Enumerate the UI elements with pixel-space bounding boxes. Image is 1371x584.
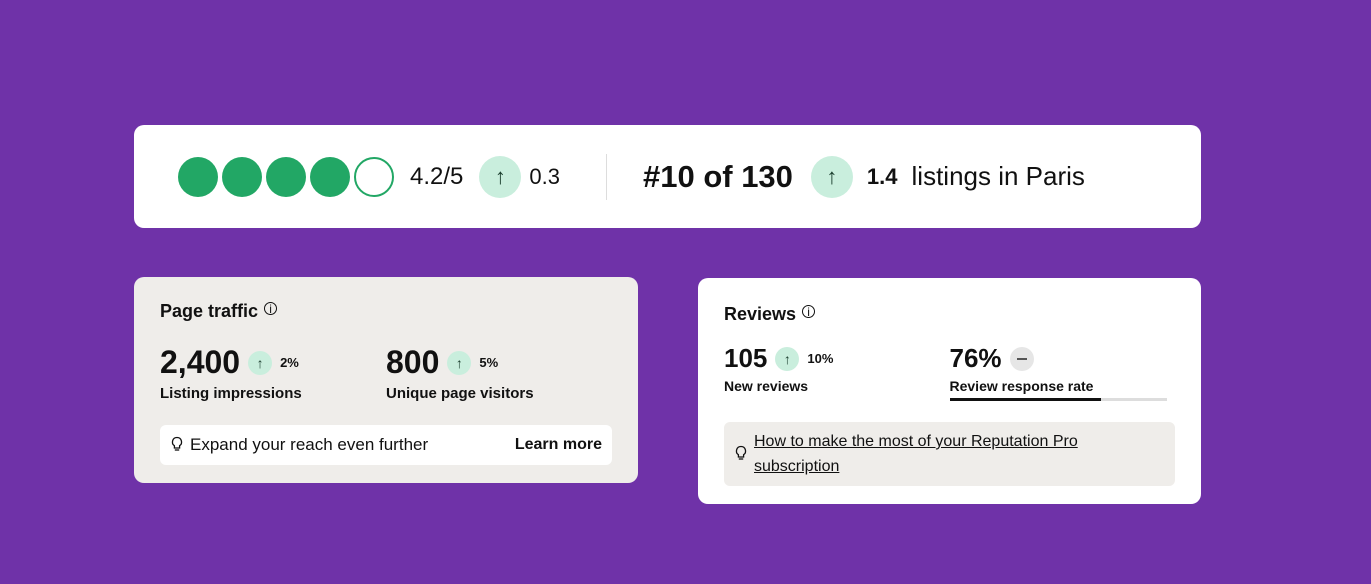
metric-response-rate: 76% Review response rate — [949, 343, 1176, 401]
metric-listing-impressions: 2,400 ↑ 2% Listing impressions — [160, 344, 386, 402]
traffic-tip-banner: Expand your reach even further Learn mor… — [160, 425, 612, 465]
rating-delta: 0.3 — [529, 163, 560, 189]
rating-bubble-filled — [178, 156, 218, 197]
metric-value: 2,400 — [160, 344, 241, 380]
info-icon[interactable]: i — [264, 302, 278, 315]
metric-value: 800 — [386, 344, 440, 380]
learn-more-link[interactable]: Learn more — [515, 436, 602, 454]
lightbulb-icon — [170, 436, 184, 455]
metric-label: Review response rate — [949, 378, 1094, 394]
rating-score: 4.2/5 — [410, 162, 464, 190]
traffic-metrics: 2,400 ↑ 2% Listing impressions 800 ↑ 5% … — [160, 344, 612, 402]
divider — [605, 153, 607, 200]
ranking-delta: 1.4 — [866, 163, 898, 189]
lightbulb-icon — [734, 445, 748, 464]
metric-delta: 5% — [479, 355, 499, 370]
arrow-up-icon: ↑ — [479, 155, 522, 198]
rating-summary-card: 4.2/5 ↑ 0.3 #10 of 130 ↑ 1.4 listings in… — [134, 125, 1201, 228]
minus-icon — [1009, 346, 1034, 371]
metric-label: Listing impressions — [160, 385, 302, 402]
rating-bubble-empty — [354, 156, 394, 197]
info-icon[interactable]: i — [802, 305, 816, 318]
rating-bubbles — [178, 156, 394, 197]
rating-bubble-filled — [310, 156, 350, 197]
reviews-card: Reviews i 105 ↑ 10% New reviews 76% Revi… — [698, 278, 1201, 504]
metric-label: Unique page visitors — [386, 385, 534, 402]
page-traffic-card: Page traffic i 2,400 ↑ 2% Listing impres… — [134, 277, 638, 483]
rating-bubble-filled — [222, 156, 262, 197]
rating-bubble-filled — [266, 156, 306, 197]
card-title: Page traffic i — [160, 301, 612, 322]
metric-value: 76% — [949, 343, 1002, 373]
arrow-up-icon: ↑ — [447, 350, 472, 375]
metric-value: 105 — [724, 343, 768, 373]
progress-fill — [949, 398, 1102, 401]
tip-text: Expand your reach even further — [190, 435, 429, 454]
arrow-up-icon: ↑ — [248, 350, 273, 375]
reviews-tip-banner: How to make the most of your Reputation … — [724, 422, 1175, 486]
metric-label: New reviews — [724, 378, 809, 394]
response-rate-progress-bar — [949, 398, 1167, 401]
metric-delta: 10% — [807, 351, 834, 366]
card-title: Reviews i — [724, 304, 1175, 325]
review-metrics: 105 ↑ 10% New reviews 76% Review respons… — [724, 343, 1175, 401]
ranking-value: #10 of 130 — [642, 158, 793, 194]
ranking-suffix: listings in Paris — [911, 161, 1085, 191]
reviews-title: Reviews — [724, 304, 797, 324]
metric-delta: 2% — [280, 355, 299, 370]
arrow-up-icon: ↑ — [775, 346, 800, 371]
metric-unique-visitors: 800 ↑ 5% Unique page visitors — [386, 344, 612, 402]
arrow-up-icon: ↑ — [810, 155, 853, 198]
metric-new-reviews: 105 ↑ 10% New reviews — [724, 343, 950, 401]
page-traffic-title: Page traffic — [160, 301, 259, 321]
reputation-pro-link[interactable]: How to make the most of your Reputation … — [754, 429, 1165, 479]
